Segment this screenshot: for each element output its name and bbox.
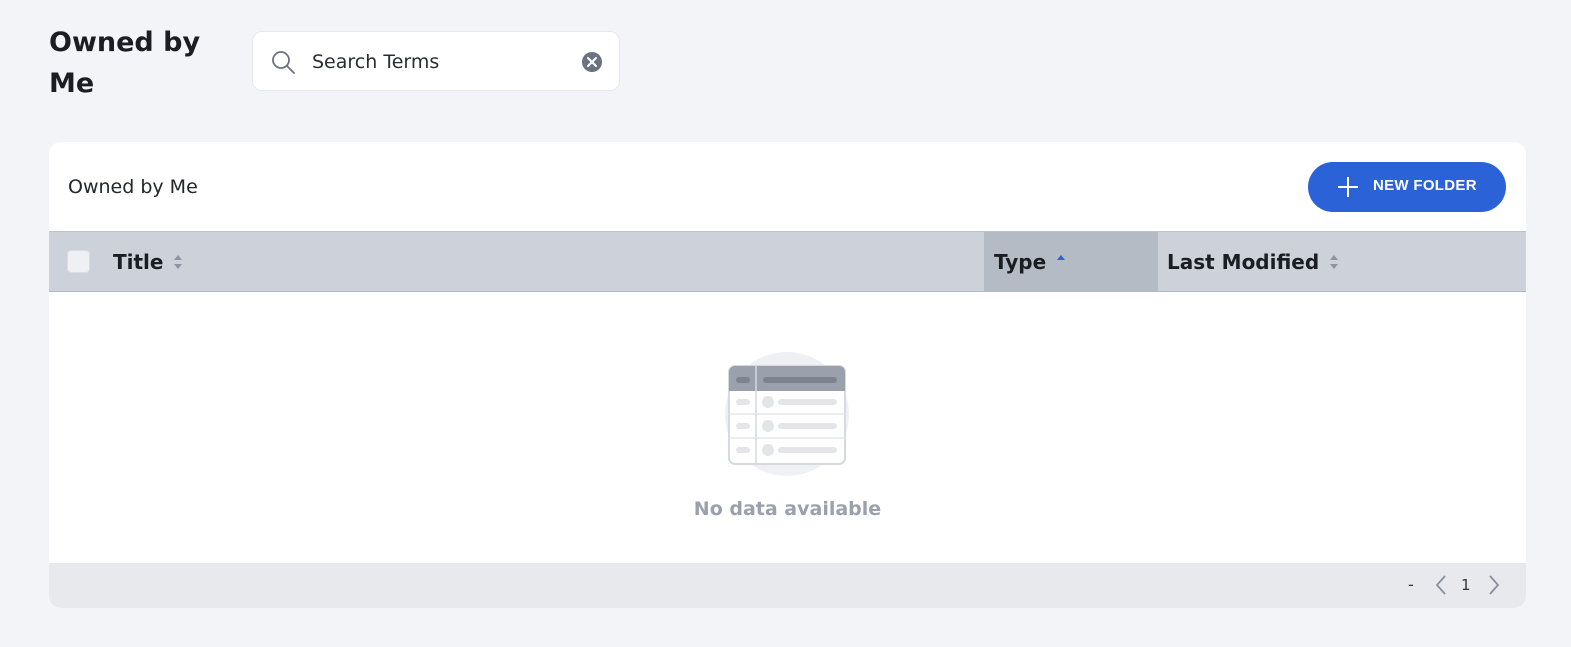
empty-state-message: No data available [693,498,882,520]
select-all-checkbox[interactable] [67,250,90,273]
column-label: Title [113,249,164,274]
content-card: Owned by Me NEW FOLDER Title Type Last M… [49,142,1526,608]
clear-icon[interactable] [581,51,603,73]
new-folder-button[interactable]: NEW FOLDER [1308,162,1506,212]
card-title: Owned by Me [68,176,198,198]
page-title: Owned by Me [49,27,201,99]
column-label: Last Modified [1167,249,1320,274]
sort-icon [1330,254,1339,269]
table-header: Title Type Last Modified [49,231,1526,292]
search-icon [272,51,295,74]
plus-icon [1338,177,1358,197]
column-header-type[interactable]: Type [984,232,1158,291]
search-input[interactable] [312,46,562,78]
search-box [252,31,620,91]
empty-table-icon [725,352,849,476]
column-label: Type [994,249,1047,274]
sort-asc-icon [1057,254,1066,269]
chevron-left-icon[interactable] [1433,574,1449,596]
column-header-title[interactable]: Title [113,232,183,291]
chevron-right-icon[interactable] [1486,574,1502,596]
column-header-last-modified[interactable]: Last Modified [1158,232,1339,291]
table-footer: - 1 [49,563,1526,608]
sort-icon [174,254,183,269]
pagination-range: - [1408,575,1414,594]
page-number: 1 [1461,576,1471,594]
new-folder-label: NEW FOLDER [1373,177,1477,194]
